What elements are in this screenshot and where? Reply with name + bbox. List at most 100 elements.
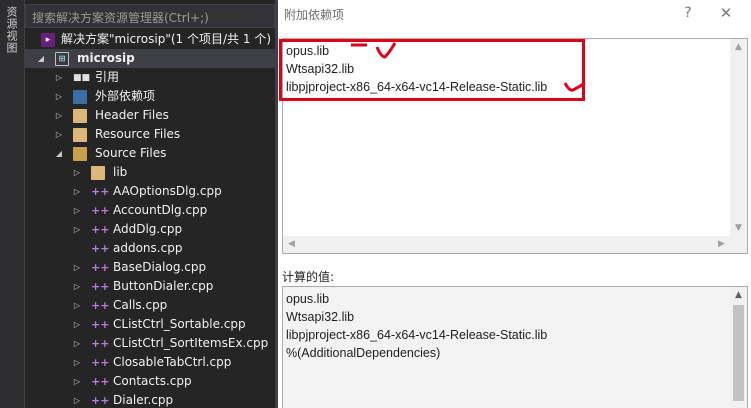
folder-open-icon	[73, 147, 87, 161]
computed-line: Wtsapi32.lib	[286, 310, 355, 324]
collapse-arrow-icon[interactable]: ▷	[53, 87, 65, 106]
references-icon: ■■	[73, 73, 91, 83]
vertical-scrollbar[interactable]: ▲ ▼	[730, 39, 747, 237]
collapse-arrow-icon[interactable]: ▷	[71, 372, 83, 391]
file-label: ButtonDialer.cpp	[113, 279, 214, 293]
folder-icon	[73, 109, 87, 123]
file-label: AccountDlg.cpp	[113, 203, 208, 217]
solution-explorer: 搜索解决方案资源管理器(Ctrl+;) ▸ 解决方案"microsip"(1 个…	[25, 0, 275, 408]
file-label: Contacts.cpp	[113, 374, 192, 388]
file-item[interactable]: ▷ ++ AAOptionsDlg.cpp	[25, 182, 275, 201]
cpp-file-icon: ++	[91, 242, 110, 255]
folder-icon	[91, 166, 105, 180]
file-item[interactable]: ▷ ++ Contacts.cpp	[25, 372, 275, 391]
file-item[interactable]: ▷ ++ Calls.cpp	[25, 296, 275, 315]
expand-arrow-icon[interactable]: ◢	[35, 49, 47, 68]
source-files-label: Source Files	[95, 146, 167, 160]
file-item[interactable]: ▷ ++ ClosableTabCtrl.cpp	[25, 353, 275, 372]
collapse-arrow-icon[interactable]: ▷	[71, 277, 83, 296]
file-label: ClosableTabCtrl.cpp	[113, 355, 232, 369]
scroll-down-icon[interactable]: ▼	[730, 220, 747, 237]
external-deps-label: 外部依赖项	[95, 89, 156, 103]
annotation-check-icon	[563, 81, 586, 92]
collapse-arrow-icon[interactable]: ▷	[71, 182, 83, 201]
scroll-up-icon[interactable]: ▲	[730, 39, 747, 56]
collapse-arrow-icon[interactable]: ▷	[71, 201, 83, 220]
references-label: 引用	[95, 70, 120, 84]
project-icon: ⊞	[55, 52, 69, 66]
header-files-node[interactable]: ▷ Header Files	[25, 106, 275, 125]
scrollbar-corner	[730, 236, 747, 253]
cpp-file-icon: ++	[91, 204, 110, 217]
file-label: AAOptionsDlg.cpp	[113, 184, 222, 198]
cpp-file-icon: ++	[91, 394, 110, 407]
project-label: microsip	[77, 51, 135, 65]
scrollbar-thumb[interactable]	[733, 305, 744, 401]
scroll-up-icon[interactable]: ▲	[730, 287, 747, 304]
cpp-file-icon: ++	[91, 299, 110, 312]
collapse-arrow-icon[interactable]: ▷	[71, 334, 83, 353]
file-label: addons.cpp	[113, 241, 183, 255]
lib-folder-label: lib	[113, 165, 128, 179]
dialog-title: 附加依赖项	[284, 8, 345, 22]
horizontal-scrollbar[interactable]: ◀ ▶	[283, 236, 730, 253]
external-deps-icon	[73, 90, 87, 104]
cpp-file-icon: ++	[91, 318, 110, 331]
collapse-arrow-icon[interactable]: ▷	[71, 391, 83, 408]
collapse-arrow-icon[interactable]: ▷	[53, 68, 65, 87]
cpp-file-icon: ++	[91, 375, 110, 388]
cpp-file-icon: ++	[91, 223, 110, 236]
file-item[interactable]: ▷ ++ Dialer.cpp	[25, 391, 275, 408]
close-button[interactable]: ✕	[714, 2, 738, 24]
collapse-arrow-icon[interactable]: ▷	[71, 258, 83, 277]
header-files-label: Header Files	[95, 108, 169, 122]
collapse-arrow-icon[interactable]: ▷	[71, 315, 83, 334]
solution-node[interactable]: ▸ 解决方案"microsip"(1 个项目/共 1 个)	[25, 30, 275, 49]
dependencies-edit-box[interactable]: opus.lib Wtsapi32.lib libpjproject-x86_6…	[279, 38, 748, 254]
annotation-highlight-box	[279, 39, 585, 101]
file-item[interactable]: ▷ ++ CListCtrl_Sortable.cpp	[25, 315, 275, 334]
solution-icon: ▸	[41, 33, 55, 47]
file-item[interactable]: ▷ ++ CListCtrl_SortItemsEx.cpp	[25, 334, 275, 353]
annotation-check-icon	[375, 42, 397, 59]
lib-folder-node[interactable]: ▷ lib	[25, 163, 275, 182]
expand-arrow-icon[interactable]: ◢	[53, 144, 65, 163]
computed-line: %(AdditionalDependencies)	[286, 346, 441, 360]
solution-tree: ▸ 解决方案"microsip"(1 个项目/共 1 个) ◢ ⊞ micros…	[25, 30, 275, 408]
computed-line: libpjproject-x86_64-x64-vc14-Release-Sta…	[286, 328, 548, 342]
cpp-file-icon: ++	[91, 280, 110, 293]
references-node[interactable]: ▷ ■■ 引用	[25, 68, 275, 87]
collapse-arrow-icon[interactable]: ▷	[53, 106, 65, 125]
file-label: AddDlg.cpp	[113, 222, 183, 236]
collapse-arrow-icon[interactable]: ▷	[71, 163, 83, 182]
file-item[interactable]: ++ addons.cpp	[25, 239, 275, 258]
file-item[interactable]: ▷ ++ AddDlg.cpp	[25, 220, 275, 239]
cpp-file-icon: ++	[91, 261, 110, 274]
scroll-right-icon[interactable]: ▶	[713, 236, 730, 253]
file-item[interactable]: ▷ ++ AccountDlg.cpp	[25, 201, 275, 220]
collapse-arrow-icon[interactable]: ▷	[71, 353, 83, 372]
collapse-arrow-icon[interactable]: ▷	[71, 296, 83, 315]
file-item[interactable]: ▷ ++ BaseDialog.cpp	[25, 258, 275, 277]
solution-label: 解决方案"microsip"(1 个项目/共 1 个)	[61, 32, 271, 46]
folder-icon	[73, 128, 87, 142]
file-label: Calls.cpp	[113, 298, 168, 312]
resource-files-label: Resource Files	[95, 127, 181, 141]
external-deps-node[interactable]: ▷ 外部依赖项	[25, 87, 275, 106]
resource-files-node[interactable]: ▷ Resource Files	[25, 125, 275, 144]
help-button[interactable]: ?	[678, 2, 698, 24]
resource-view-tab-label: 资源视图	[5, 6, 18, 54]
cpp-file-icon: ++	[91, 337, 110, 350]
vertical-scrollbar[interactable]: ▲	[730, 287, 747, 408]
file-label: BaseDialog.cpp	[113, 260, 207, 274]
cpp-file-icon: ++	[91, 185, 110, 198]
file-item[interactable]: ▷ ++ ButtonDialer.cpp	[25, 277, 275, 296]
resource-view-tab[interactable]: 资源视图	[0, 0, 25, 408]
scroll-left-icon[interactable]: ◀	[283, 236, 300, 253]
collapse-arrow-icon[interactable]: ▷	[53, 125, 65, 144]
solution-search-input[interactable]: 搜索解决方案资源管理器(Ctrl+;)	[25, 4, 275, 28]
source-files-node[interactable]: ◢ Source Files	[25, 144, 275, 163]
project-node[interactable]: ◢ ⊞ microsip	[25, 49, 275, 68]
file-label: Dialer.cpp	[113, 393, 174, 407]
collapse-arrow-icon[interactable]: ▷	[71, 220, 83, 239]
